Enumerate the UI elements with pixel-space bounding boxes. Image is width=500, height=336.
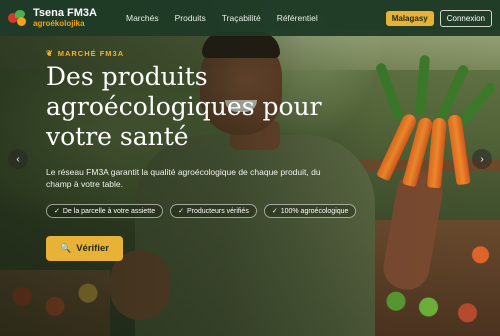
eyebrow-label: MARCHÉ FM3A: [57, 49, 125, 58]
chip-label: 100% agroécologique: [280, 207, 349, 215]
carousel-next-button[interactable]: ›: [472, 149, 492, 169]
nav-link-tracabilite[interactable]: Traçabilité: [214, 13, 269, 23]
check-icon: ✓: [54, 208, 60, 215]
nav-link-marches[interactable]: Marchés: [118, 13, 167, 23]
brand-title: Tsena FM3A: [33, 7, 97, 19]
language-button[interactable]: Malagasy: [385, 10, 434, 26]
hero-headline: Des produits agroécologiques pour votre …: [46, 62, 322, 151]
verify-button-label: Vérifier: [76, 243, 109, 254]
chip-label: Producteurs vérifiés: [186, 207, 249, 215]
brand-logo[interactable]: Tsena FM3A agroékolojika: [8, 8, 108, 28]
feature-chip: ✓ De la parcelle à votre assiette: [46, 204, 164, 218]
feature-chip: ✓ Producteurs vérifiés: [170, 204, 257, 218]
logo-icon: [8, 10, 28, 26]
hero-content: ❦ MARCHÉ FM3A Des produits agroécologiqu…: [46, 49, 376, 261]
login-button[interactable]: Connexion: [439, 9, 492, 27]
leaf-icon: ❦: [46, 49, 54, 58]
nav-link-produits[interactable]: Produits: [167, 13, 214, 23]
feature-chips: ✓ De la parcelle à votre assiette ✓ Prod…: [46, 204, 376, 218]
brand-subtitle: agroékolojika: [33, 19, 85, 28]
hero-description: Le réseau FM3A garantit la qualité agroé…: [46, 167, 321, 189]
chevron-left-icon: ‹: [16, 153, 20, 165]
chevron-right-icon: ›: [480, 153, 484, 165]
feature-chip: ✓ 100% agroécologique: [263, 204, 357, 218]
carousel-prev-button[interactable]: ‹: [8, 149, 28, 169]
nav-link-referentiel[interactable]: Référentiel: [269, 13, 326, 23]
chip-label: De la parcelle à votre assiette: [62, 207, 156, 215]
verify-button[interactable]: 🔍 Vérifier: [46, 236, 123, 261]
top-navbar: Tsena FM3A agroékolojika Marchés Produit…: [0, 0, 500, 36]
search-icon: 🔍: [60, 243, 72, 253]
hero-eyebrow: ❦ MARCHÉ FM3A: [46, 49, 376, 58]
check-icon: ✓: [271, 208, 278, 215]
nav-links: Marchés Produits Traçabilité Référentiel: [118, 13, 326, 23]
check-icon: ✓: [178, 208, 184, 215]
